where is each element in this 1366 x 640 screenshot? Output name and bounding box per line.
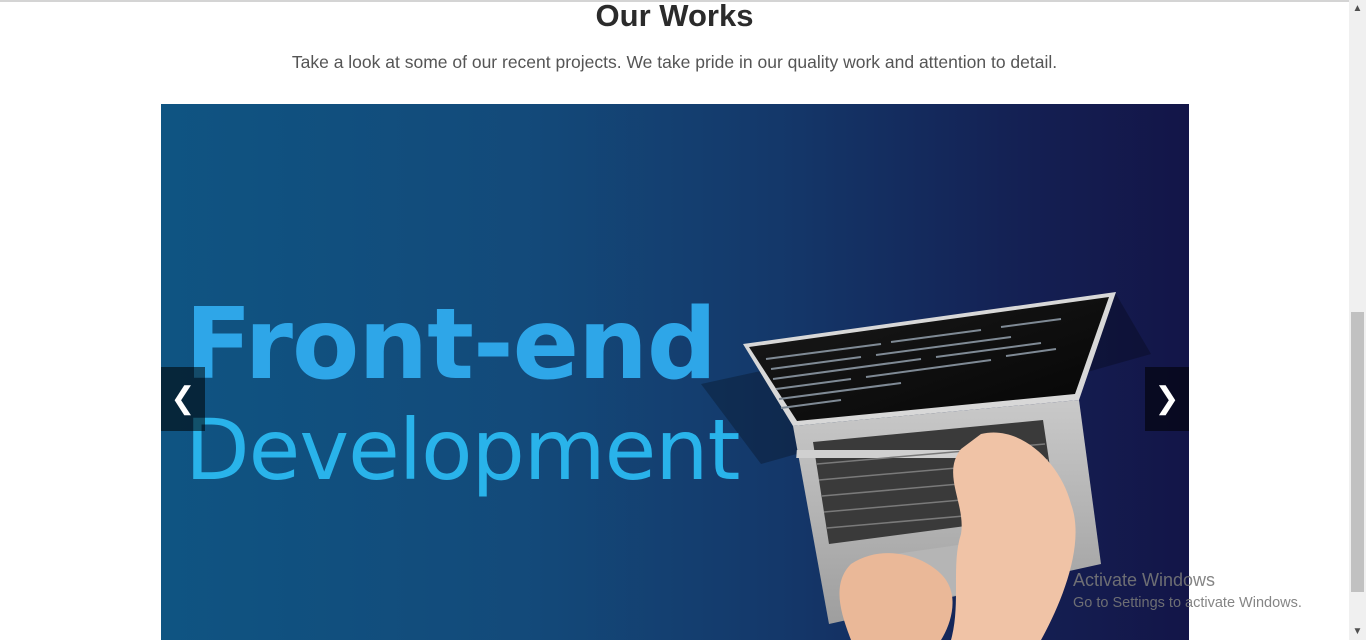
scrollbar-thumb[interactable]: [1351, 312, 1364, 592]
scroll-up-arrow-icon[interactable]: ▲: [1349, 0, 1366, 17]
slide-heading-line-1: Front-end: [185, 288, 717, 402]
slider-prev-button[interactable]: ❮: [161, 367, 205, 431]
works-slider: Front-end Development ❮ ❯: [161, 104, 1189, 640]
page: Our Works Take a look at some of our rec…: [0, 0, 1366, 640]
windows-activation-watermark: Activate Windows Go to Settings to activ…: [1073, 569, 1302, 613]
scroll-down-arrow-icon[interactable]: ▼: [1349, 623, 1366, 640]
slide-heading-line-2: Development: [185, 401, 740, 499]
section-subtitle: Take a look at some of our recent projec…: [291, 52, 1058, 72]
watermark-title: Activate Windows: [1073, 570, 1216, 590]
section-title: Our Works: [595, 0, 754, 33]
watermark-subtitle: Go to Settings to activate Windows.: [1073, 595, 1302, 611]
slider-next-button[interactable]: ❯: [1145, 367, 1189, 431]
vertical-scrollbar[interactable]: ▲ ▼: [1349, 0, 1366, 640]
